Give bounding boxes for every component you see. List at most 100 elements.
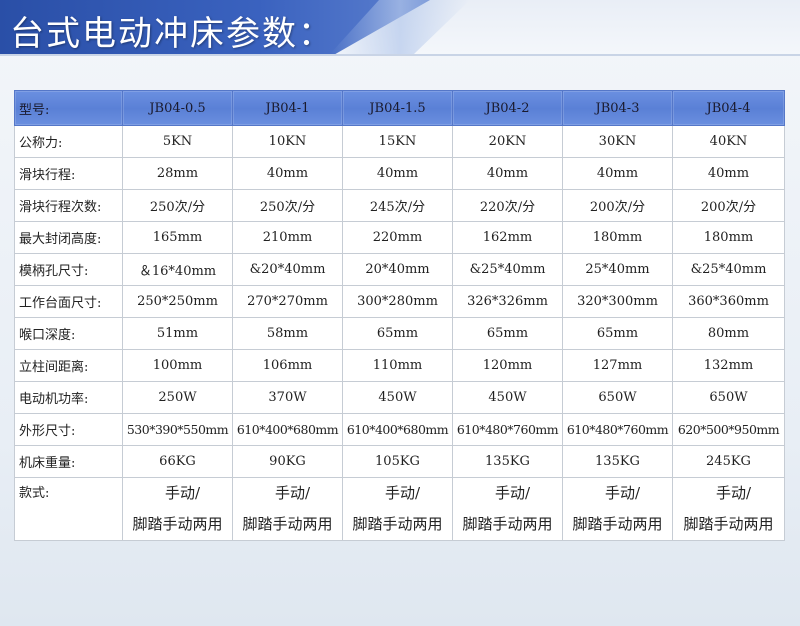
table-cell: 66KG <box>122 445 233 478</box>
style-line-2: 脚踏手动两用 <box>572 515 663 533</box>
table-cell: ＆16*40mm <box>122 253 233 286</box>
style-line-1: 手动/ <box>494 484 531 502</box>
table-cell: 28mm <box>122 157 233 190</box>
table-row: 最大封闭高度: 165mm 210mm 220mm 162mm 180mm 180mm <box>14 221 785 254</box>
page-title: 台式电动冲床参数： <box>10 14 334 54</box>
table-row: 外形尺寸: 530*390*550mm 610*400*680mm 610*400*6… <box>14 413 785 446</box>
table-cell: &25*40mm <box>672 253 785 286</box>
style-cell: 手动/脚踏手动两用 <box>342 477 453 541</box>
table-cell: 360*360mm <box>672 285 785 318</box>
style-line-1: 手动/ <box>715 484 752 502</box>
table-cell: 40mm <box>452 157 563 190</box>
header-divider <box>0 54 800 56</box>
table-cell: 220次/分 <box>452 189 563 222</box>
row-label: 滑块行程次数: <box>14 189 123 222</box>
table-cell: 65mm <box>342 317 453 350</box>
table-cell: 180mm <box>672 221 785 254</box>
table-cell: 110mm <box>342 349 453 382</box>
style-cell: 手动/脚踏手动两用 <box>122 477 233 541</box>
table-cell: 250*250mm <box>122 285 233 318</box>
table-cell: &20*40mm <box>232 253 343 286</box>
table-cell: 450W <box>342 381 453 414</box>
model-cell: JB04-4 <box>672 90 785 126</box>
style-line-1: 手动/ <box>604 484 641 502</box>
row-label: 外形尺寸: <box>14 413 123 446</box>
table-cell: 25*40mm <box>562 253 673 286</box>
table-cell: 58mm <box>232 317 343 350</box>
row-label: 模柄孔尺寸: <box>14 253 123 286</box>
table-row: 公称力: 5KN 10KN 15KN 20KN 30KN 40KN <box>14 125 785 158</box>
row-label: 款式: <box>14 477 123 541</box>
row-label: 工作台面尺寸: <box>14 285 123 318</box>
table-cell: 530*390*550mm <box>122 413 233 446</box>
table-cell: 320*300mm <box>562 285 673 318</box>
table-cell: 127mm <box>562 349 673 382</box>
table-cell: 300*280mm <box>342 285 453 318</box>
table-cell: 20KN <box>452 125 563 158</box>
table-cell: 20*40mm <box>342 253 453 286</box>
style-cell: 手动/脚踏手动两用 <box>562 477 673 541</box>
table-cell: 610*400*680mm <box>342 413 453 446</box>
table-cell: 15KN <box>342 125 453 158</box>
style-line-1: 手动/ <box>274 484 311 502</box>
table-cell: 245KG <box>672 445 785 478</box>
table-row: 电动机功率: 250W 370W 450W 450W 650W 650W <box>14 381 785 414</box>
table-cell: 270*270mm <box>232 285 343 318</box>
table-cell: 370W <box>232 381 343 414</box>
table-cell: 326*326mm <box>452 285 563 318</box>
style-line-2: 脚踏手动两用 <box>462 515 553 533</box>
table-cell: 162mm <box>452 221 563 254</box>
model-cell: JB04-2 <box>452 90 563 126</box>
row-label: 喉口深度: <box>14 317 123 350</box>
table-cell: 10KN <box>232 125 343 158</box>
table-cell: 620*500*950mm <box>672 413 785 446</box>
table-cell: 650W <box>672 381 785 414</box>
table-cell: 200次/分 <box>562 189 673 222</box>
model-cell: JB04-3 <box>562 90 673 126</box>
table-cell: 132mm <box>672 349 785 382</box>
table-cell: 220mm <box>342 221 453 254</box>
table-cell: 106mm <box>232 349 343 382</box>
row-label: 最大封闭高度: <box>14 221 123 254</box>
row-label: 公称力: <box>14 125 123 158</box>
style-line-2: 脚踏手动两用 <box>132 515 223 533</box>
table-cell: 5KN <box>122 125 233 158</box>
row-label: 电动机功率: <box>14 381 123 414</box>
table-cell: 200次/分 <box>672 189 785 222</box>
table-cell: 610*480*760mm <box>452 413 563 446</box>
style-line-1: 手动/ <box>164 484 201 502</box>
table-row: 工作台面尺寸: 250*250mm 270*270mm 300*280mm 326*32… <box>14 285 785 318</box>
model-cell: JB04-1 <box>232 90 343 126</box>
row-label: 机床重量: <box>14 445 123 478</box>
table-cell: 105KG <box>342 445 453 478</box>
style-line-1: 手动/ <box>384 484 421 502</box>
table-row: 滑块行程: 28mm 40mm 40mm 40mm 40mm 40mm <box>14 157 785 190</box>
table-cell: 65mm <box>452 317 563 350</box>
spec-table-body: 型号: JB04-0.5 JB04-1 JB04-1.5 JB04-2 JB04… <box>14 90 785 541</box>
table-cell: 450W <box>452 381 563 414</box>
table-cell: 135KG <box>562 445 673 478</box>
row-label: 滑块行程: <box>14 157 123 190</box>
table-cell: 100mm <box>122 349 233 382</box>
table-row-style: 款式: 手动/脚踏手动两用 手动/脚踏手动两用 手动/脚踏手动两用 手动/脚踏手动两用手… <box>14 477 785 541</box>
table-cell: 250W <box>122 381 233 414</box>
style-cell: 手动/脚踏手动两用 <box>672 477 785 541</box>
table-cell: 40mm <box>232 157 343 190</box>
table-cell: 80mm <box>672 317 785 350</box>
style-cell: 手动/脚踏手动两用 <box>232 477 343 541</box>
table-cell: &25*40mm <box>452 253 563 286</box>
page-header: 台式电动冲床参数： <box>0 0 800 54</box>
table-cell: 135KG <box>452 445 563 478</box>
table-cell: 180mm <box>562 221 673 254</box>
table-cell: 40KN <box>672 125 785 158</box>
table-cell: 51mm <box>122 317 233 350</box>
model-cell: JB04-0.5 <box>122 90 233 126</box>
table-cell: 245次/分 <box>342 189 453 222</box>
table-cell: 40mm <box>562 157 673 190</box>
table-row: 模柄孔尺寸: ＆16*40mm &20*40mm 20*40mm &25*40mm 25*… <box>14 253 785 286</box>
table-cell: 120mm <box>452 349 563 382</box>
table-row: 机床重量: 66KG 90KG 105KG 135KG 135KG 245KG <box>14 445 785 478</box>
header-label: 型号: <box>14 90 123 126</box>
table-row: 立柱间距离: 100mm 106mm 110mm 120mm 127mm 132mm <box>14 349 785 382</box>
style-cell: 手动/脚踏手动两用 <box>452 477 563 541</box>
